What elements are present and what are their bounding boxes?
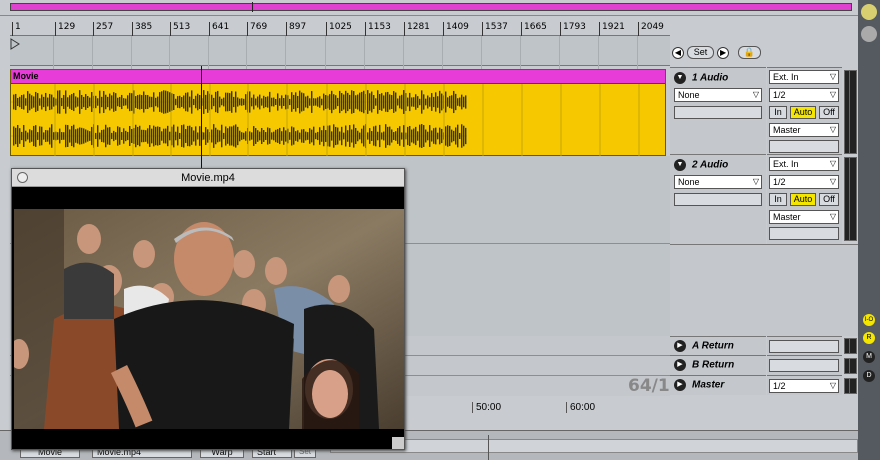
clip-header[interactable]: Movie: [11, 70, 665, 84]
browser-toggle-icon[interactable]: [861, 4, 877, 20]
movie-window-title: Movie.mp4: [181, 172, 235, 184]
input-channel-select[interactable]: 1/2 ▽: [769, 175, 839, 189]
ruler-tick: 1025: [326, 22, 352, 36]
return-b-header[interactable]: ▶ B Return: [670, 355, 766, 375]
master-output-select[interactable]: 1/2 ▽: [769, 379, 839, 393]
returns-toggle-button[interactable]: R: [863, 332, 875, 344]
audio-clip[interactable]: Movie: [10, 69, 666, 156]
input-type-select[interactable]: Ext. In ▽: [769, 157, 839, 171]
ruler-tick: 257: [93, 22, 113, 36]
time-label: 60:00: [566, 402, 595, 413]
ruler-tick: 385: [132, 22, 152, 36]
detail-scroll-track[interactable]: [330, 439, 858, 453]
ruler-tick: 769: [247, 22, 267, 36]
return-b-meter-r: [849, 358, 857, 374]
delay-toggle-button[interactable]: D: [863, 370, 875, 382]
track-2-io: Ext. In ▽ 1/2 ▽ In Auto Off Master ▽: [767, 154, 842, 244]
loop-length-display: 64/1: [628, 376, 670, 396]
track-1-title-row[interactable]: ▼ 1 Audio: [674, 72, 728, 84]
ruler-tick: 1281: [404, 22, 430, 36]
overview-cursor[interactable]: [252, 2, 253, 12]
movie-window-titlebar[interactable]: Movie.mp4: [12, 169, 404, 187]
master-header[interactable]: ▶ Master: [670, 375, 766, 395]
lock-icon[interactable]: 🔒: [737, 46, 762, 59]
output-select[interactable]: Master ▽: [769, 123, 839, 137]
ruler-tick: 897: [286, 22, 306, 36]
close-icon[interactable]: [17, 172, 28, 183]
ruler-tick: 2049: [638, 22, 664, 36]
return-title[interactable]: A Return: [692, 341, 734, 352]
return-output-field[interactable]: [769, 359, 839, 372]
track-title[interactable]: 1 Audio: [692, 73, 728, 84]
monitor-auto-button[interactable]: Auto: [790, 193, 816, 206]
ruler-tick: 641: [209, 22, 229, 36]
input-channel-select[interactable]: 1/2 ▽: [769, 88, 839, 102]
ruler-tick: 1: [12, 22, 21, 36]
io-toggle-button[interactable]: I-O: [863, 314, 875, 326]
track-1-header: ▼ 1 Audio None ▽: [670, 67, 766, 157]
locator-controls: ◀ Set ▶ 🔒: [672, 46, 762, 62]
track-2-title-row[interactable]: ▼ 2 Audio: [674, 159, 728, 171]
ruler-tick: 1153: [365, 22, 391, 36]
return-a-header[interactable]: ▶ A Return: [670, 336, 766, 355]
mixer-toggle-button[interactable]: M: [863, 351, 875, 363]
right-edge-panel: I-O R M D: [858, 0, 880, 460]
master-meter-r: [849, 378, 857, 394]
return-a-meter-r: [849, 338, 857, 354]
ruler-tick: 1793: [560, 22, 586, 36]
empty-header-area: [670, 244, 858, 336]
output-sub-field[interactable]: [769, 140, 839, 153]
waveform: [11, 84, 640, 156]
playhead[interactable]: [201, 66, 202, 170]
input-source-select[interactable]: None ▽: [674, 88, 762, 102]
master-io: 1/2 ▽: [767, 375, 842, 395]
input-source-select[interactable]: None ▽: [674, 175, 762, 189]
video-frame: [14, 209, 404, 429]
fold-icon[interactable]: ▼: [674, 159, 686, 171]
time-ruler[interactable]: 50:00 60:00: [330, 400, 858, 428]
overview-clip-strip: [10, 3, 852, 11]
output-sub-field[interactable]: [769, 227, 839, 240]
ruler-tick: 1537: [482, 22, 508, 36]
ruler-tick: 513: [170, 22, 190, 36]
monitor-in-button[interactable]: In: [769, 193, 787, 206]
input-type-select[interactable]: Ext. In ▽: [769, 70, 839, 84]
ruler-tick: 129: [55, 22, 75, 36]
monitor-off-button[interactable]: Off: [819, 193, 839, 206]
return-a-io: [767, 336, 842, 355]
track-2-meter-r: [849, 157, 857, 241]
monitor-auto-button[interactable]: Auto: [790, 106, 816, 119]
fold-icon[interactable]: ▼: [674, 72, 686, 84]
ruler-tick: 1665: [521, 22, 547, 36]
track-1-io: Ext. In ▽ 1/2 ▽ In Auto Off Master ▽: [767, 67, 842, 157]
ruler-tick: 1409: [443, 22, 469, 36]
fold-icon[interactable]: ▶: [674, 359, 686, 371]
track-2-header: ▼ 2 Audio None ▽: [670, 154, 766, 244]
detail-cursor: [488, 435, 489, 460]
time-label: 50:00: [472, 402, 501, 413]
input-sub-field[interactable]: [674, 193, 762, 206]
next-locator-icon[interactable]: ▶: [717, 47, 730, 59]
ruler-tick: 1921: [599, 22, 625, 36]
return-output-field[interactable]: [769, 340, 839, 353]
movie-window[interactable]: Movie.mp4: [11, 168, 405, 450]
track-title[interactable]: 2 Audio: [692, 160, 728, 171]
return-b-io: [767, 355, 842, 375]
monitor-off-button[interactable]: Off: [819, 106, 839, 119]
overview-bar[interactable]: [0, 0, 858, 16]
view-toggle-icon[interactable]: [861, 26, 877, 42]
track-1-meter-r: [849, 70, 857, 154]
previous-locator-icon[interactable]: ◀: [672, 47, 684, 59]
return-title[interactable]: B Return: [692, 360, 734, 371]
input-sub-field[interactable]: [674, 106, 762, 119]
fold-icon[interactable]: ▶: [674, 379, 686, 391]
monitor-in-button[interactable]: In: [769, 106, 787, 119]
master-title[interactable]: Master: [692, 380, 724, 391]
resize-grip-icon[interactable]: [392, 437, 404, 449]
output-select[interactable]: Master ▽: [769, 210, 839, 224]
fold-icon[interactable]: ▶: [674, 340, 686, 352]
set-locator-button[interactable]: Set: [686, 46, 715, 59]
beat-ruler[interactable]: 1 129 257 385 513 641 769 897 1025 1153 …: [10, 22, 670, 36]
